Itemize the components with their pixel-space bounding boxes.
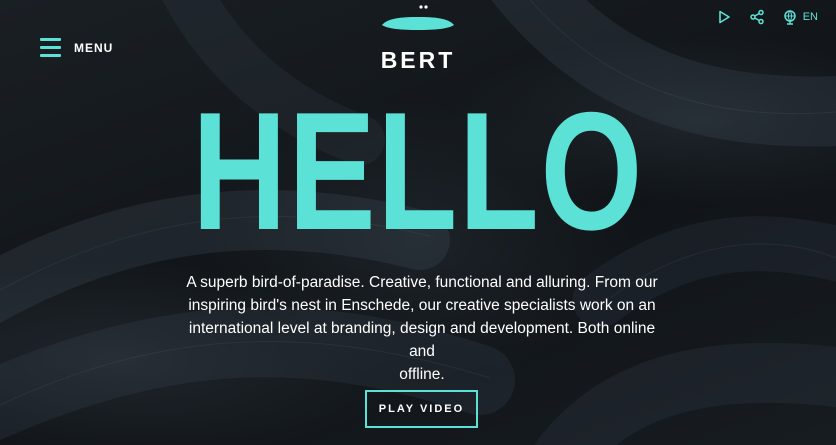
hero-page: MENU BERT EN HELLO A superb bird-of-para… (0, 0, 836, 445)
description-line: international level at branding, design … (188, 320, 656, 360)
logo[interactable]: BERT (378, 2, 458, 74)
globe-icon (783, 10, 796, 25)
description-line: offline. (399, 366, 445, 383)
hero-headline: HELLO (192, 77, 644, 265)
menu-button[interactable]: MENU (40, 38, 113, 57)
play-video-button[interactable]: PLAY VIDEO (365, 390, 478, 428)
top-toolbar: EN (699, 9, 818, 25)
description-line: inspiring bird's nest in Enschede, our c… (188, 297, 656, 314)
description-line: A superb bird-of-paradise. Creative, fun… (186, 274, 658, 291)
logo-text: BERT (380, 47, 456, 73)
menu-label: MENU (74, 40, 114, 55)
language-switcher[interactable]: EN (782, 9, 818, 25)
play-icon[interactable] (716, 9, 732, 25)
language-label: EN (802, 11, 818, 23)
hamburger-icon (40, 38, 61, 57)
hero-description: A superb bird-of-paradise. Creative, fun… (178, 271, 666, 386)
share-icon[interactable] (749, 9, 765, 25)
bird-logo-icon (382, 5, 454, 30)
